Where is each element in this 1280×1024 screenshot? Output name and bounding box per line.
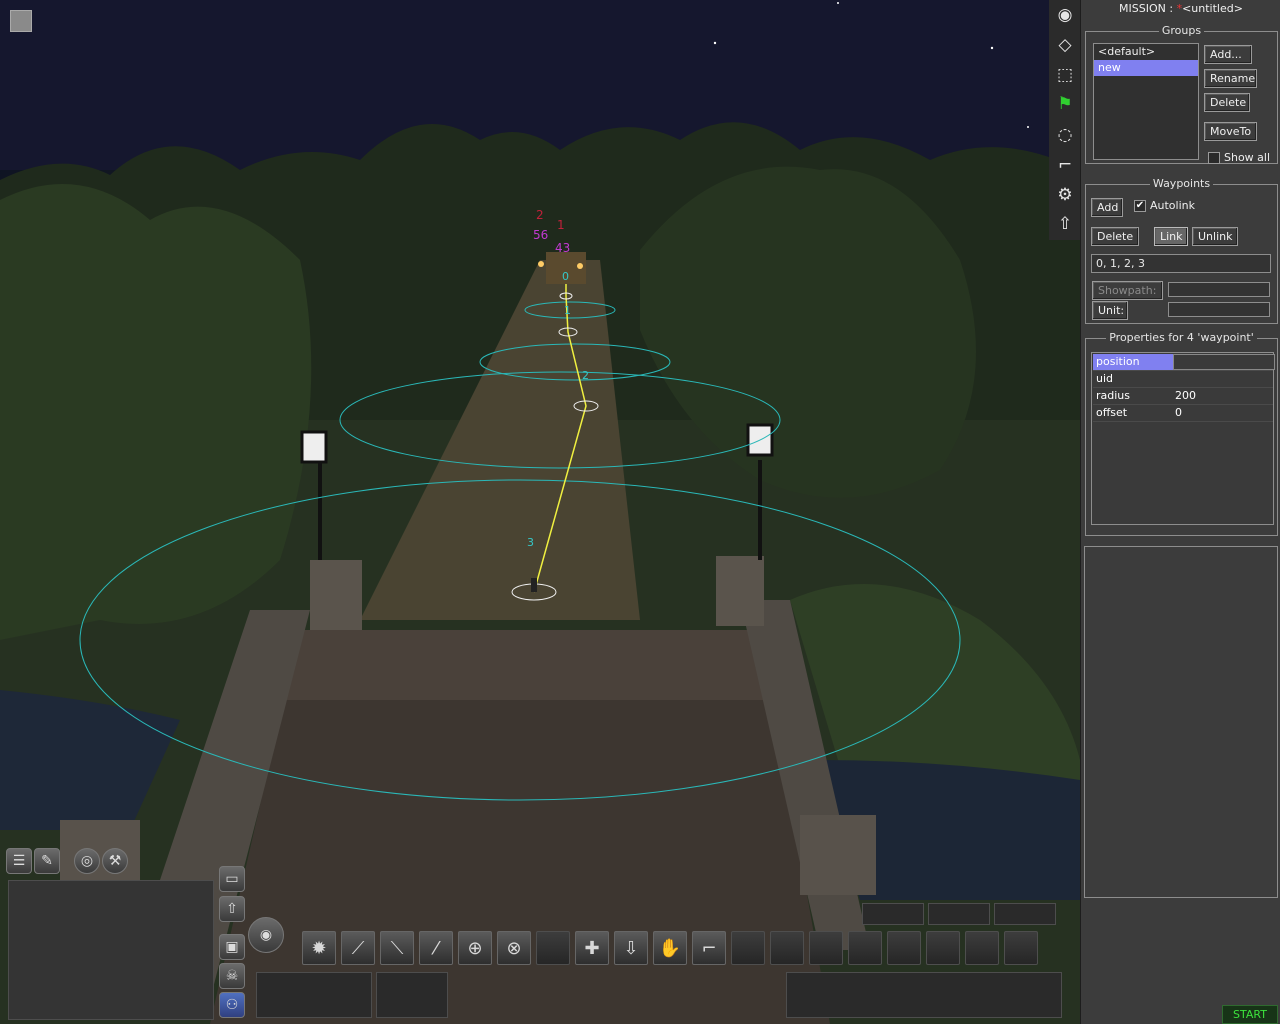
minimap-panel <box>8 880 214 1020</box>
editor-panel: MISSION : *<untitled> Groups <default> n… <box>1080 0 1280 1024</box>
details-panel <box>1084 546 1278 898</box>
corner-toggle[interactable] <box>10 10 32 32</box>
waypoints-legend: Waypoints <box>1149 177 1214 190</box>
property-key: radius <box>1096 389 1131 402</box>
property-row[interactable]: offset 0 <box>1093 405 1273 422</box>
pickup-icon[interactable]: ⇩ <box>614 931 648 965</box>
target-icon[interactable]: ⊗ <box>497 931 531 965</box>
flag-icon[interactable]: ⚑ <box>1053 92 1077 116</box>
syringe-icon[interactable]: ⁄ <box>419 931 453 965</box>
property-key: position <box>1096 355 1140 368</box>
show-all-checkbox[interactable]: Show all <box>1208 151 1270 164</box>
delete-waypoint-button[interactable]: Delete <box>1091 227 1139 246</box>
groups-section: Groups <default> new Add... Rename Delet… <box>1085 24 1278 164</box>
notepad-icon[interactable]: ✎ <box>34 848 60 874</box>
empty-slot[interactable] <box>1004 931 1038 965</box>
knife-icon[interactable]: ⟋ <box>341 931 375 965</box>
status-cell <box>994 903 1056 925</box>
info-panel <box>256 972 372 1018</box>
property-key: offset <box>1096 406 1128 419</box>
crosshair-icon[interactable]: ⊕ <box>458 931 492 965</box>
empty-slot[interactable] <box>536 931 570 965</box>
skull-icon[interactable]: ☠ <box>219 963 245 989</box>
group-number: 2 <box>536 208 544 222</box>
mission-title: MISSION : *<untitled> <box>1119 2 1243 15</box>
property-value[interactable]: 0 <box>1175 405 1182 421</box>
dial-icon[interactable]: ◉ <box>248 917 284 953</box>
blade-icon[interactable]: ⟍ <box>380 931 414 965</box>
unit-field[interactable] <box>1168 302 1270 317</box>
property-value[interactable]: 200 <box>1175 388 1196 404</box>
property-row[interactable]: radius 200 <box>1093 388 1273 405</box>
waypoint-label: 3 <box>527 536 534 549</box>
showpath-field[interactable] <box>1168 282 1270 297</box>
arrow-up-icon[interactable]: ⇧ <box>1053 212 1077 236</box>
property-key: uid <box>1096 372 1114 385</box>
empty-slot[interactable] <box>809 931 843 965</box>
waypoint-label: 0 <box>562 270 569 283</box>
scene-canvas <box>0 0 1080 1024</box>
add-waypoint-button[interactable]: Add <box>1091 198 1123 217</box>
selection-icon[interactable]: ⬚ <box>1053 63 1077 87</box>
status-cell <box>928 903 990 925</box>
autolink-checkbox[interactable]: ✔ Autolink <box>1134 199 1195 212</box>
delete-group-button[interactable]: Delete <box>1204 93 1250 112</box>
crate-icon[interactable]: ▣ <box>219 934 245 960</box>
empty-slot[interactable] <box>965 931 999 965</box>
pistol-icon[interactable]: ⌐ <box>692 931 726 965</box>
circle-icon[interactable]: ◌ <box>1053 123 1077 147</box>
info-panel <box>376 972 448 1018</box>
checkbox-box[interactable] <box>1208 151 1220 164</box>
status-cell <box>862 903 924 925</box>
game-viewport[interactable]: 0 1 2 3 2 1 56 43 ☰ ✎ ◎ ⚒ ▭ ⇧ ▣ ☠ ⚇ ◉ ✹ … <box>0 0 1080 1024</box>
group-number: 1 <box>557 218 565 232</box>
compass-icon[interactable]: ◎ <box>74 848 100 874</box>
waypoint-selection-field[interactable]: 0, 1, 2, 3 <box>1091 254 1271 273</box>
add-group-button[interactable]: Add... <box>1204 45 1252 64</box>
tools-icon[interactable]: ⚒ <box>102 848 128 874</box>
empty-slot[interactable] <box>848 931 882 965</box>
property-row[interactable]: position <box>1093 354 1275 371</box>
team-icon[interactable]: ⚇ <box>219 992 245 1018</box>
groups-legend: Groups <box>1158 24 1205 37</box>
eye-icon[interactable]: ◉ <box>1053 3 1077 27</box>
grenade-icon[interactable]: ✹ <box>302 931 336 965</box>
plus-icon[interactable]: ✚ <box>575 931 609 965</box>
path-icon[interactable]: ⌐ <box>1053 153 1077 177</box>
group-number: 43 <box>555 241 571 255</box>
rename-group-button[interactable]: Rename <box>1204 69 1257 88</box>
properties-grid[interactable]: position uid radius 200 offset 0 <box>1091 352 1275 525</box>
unit-button[interactable]: Unit: <box>1092 301 1128 320</box>
waypoints-section: Waypoints Add ✔ Autolink Delete Link Unl… <box>1085 177 1278 324</box>
empty-slot[interactable] <box>926 931 960 965</box>
waypoint-label: 2 <box>582 369 589 382</box>
eraser-icon[interactable]: ◇ <box>1053 33 1077 57</box>
properties-legend: Properties for 4 'waypoint' <box>1106 331 1257 344</box>
moveto-button[interactable]: MoveTo <box>1204 122 1257 141</box>
waypoint-label: 1 <box>564 304 571 317</box>
group-number: 56 <box>533 228 549 242</box>
journal-icon[interactable]: ☰ <box>6 848 32 874</box>
link-button[interactable]: Link <box>1154 227 1188 246</box>
list-item[interactable]: <default> <box>1094 44 1198 60</box>
info-panel <box>786 972 1062 1018</box>
property-row[interactable]: uid <box>1093 371 1273 388</box>
hand-icon[interactable]: ✋ <box>653 931 687 965</box>
properties-section: Properties for 4 'waypoint' position uid… <box>1085 331 1278 536</box>
start-button[interactable]: START <box>1222 1005 1278 1024</box>
empty-slot[interactable] <box>770 931 804 965</box>
rifle-icon[interactable]: ▭ <box>219 866 245 892</box>
checkbox-box[interactable]: ✔ <box>1134 199 1146 212</box>
up-arrow-icon[interactable]: ⇧ <box>219 896 245 922</box>
list-item[interactable]: new <box>1094 60 1198 76</box>
empty-slot[interactable] <box>731 931 765 965</box>
empty-slot[interactable] <box>887 931 921 965</box>
showpath-button[interactable]: Showpath: <box>1092 281 1163 300</box>
groups-list[interactable]: <default> new <box>1093 43 1199 160</box>
unlink-button[interactable]: Unlink <box>1192 227 1238 246</box>
camera-icon[interactable]: ⚙ <box>1053 183 1077 207</box>
editor-tool-strip: ◉ ◇ ⬚ ⚑ ◌ ⌐ ⚙ ⇧ <box>1049 0 1080 240</box>
